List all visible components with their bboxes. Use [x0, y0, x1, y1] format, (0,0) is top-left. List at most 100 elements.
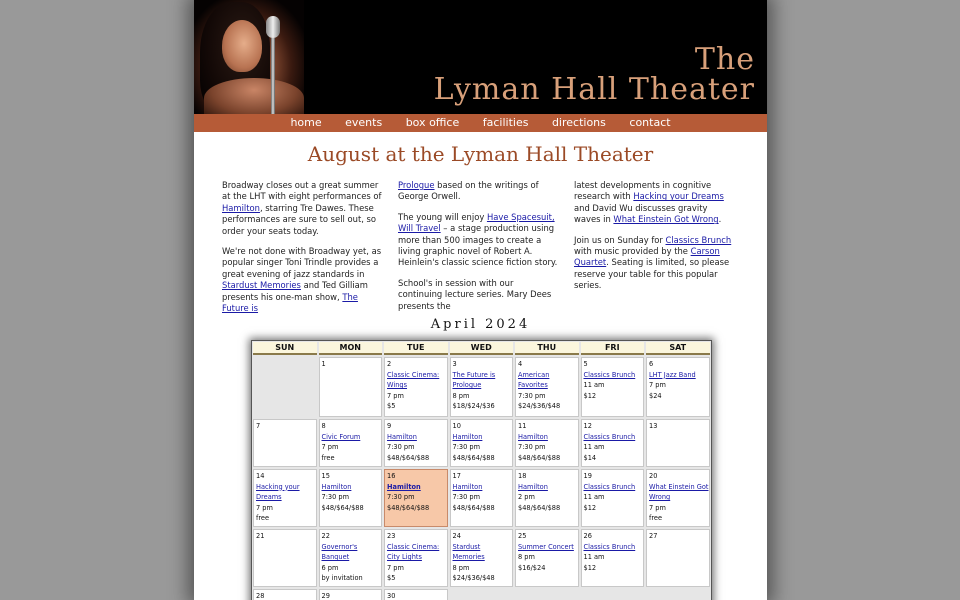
nav-directions[interactable]: directions	[552, 116, 606, 129]
day-number: 17	[452, 472, 461, 480]
day-number: 28	[256, 592, 265, 600]
event-link[interactable]: Carson Quartet	[574, 246, 720, 267]
event-link[interactable]: Stardust Memories	[222, 280, 301, 290]
event-link[interactable]: Hacking your Dreams	[633, 191, 724, 201]
calendar-event-link[interactable]: Hamilton	[518, 432, 578, 443]
calendar-day-cell: 10 Hamilton 7:30 pm $48/$64/$88	[449, 419, 513, 467]
event-link[interactable]: Classics Brunch	[666, 235, 732, 245]
main-nav: home events box office facilities direct…	[194, 114, 767, 132]
calendar-day-cell: 11 Hamilton 7:30 pm $48/$64/$88	[515, 419, 579, 467]
calendar-event-link[interactable]: Hamilton	[387, 432, 447, 443]
event-link[interactable]: Have Spacesuit, Will Travel	[398, 212, 555, 233]
event-link[interactable]: What Einstein Got Wrong	[613, 214, 718, 224]
event-time: 7 pm	[387, 563, 404, 572]
day-number: 1	[321, 360, 326, 368]
day-number: 22	[321, 532, 330, 540]
nav-contact[interactable]: contact	[629, 116, 670, 129]
day-number: 11	[518, 422, 527, 430]
day-number: 21	[256, 532, 265, 540]
calendar-day-cell: 15 Hamilton 7:30 pm $48/$64/$88	[318, 469, 382, 527]
calendar-day-cell: 28Children's	[253, 589, 317, 600]
day-number: 4	[518, 360, 523, 368]
calendar-event-link[interactable]: Classics Brunch	[584, 542, 644, 553]
calendar-event-link[interactable]: Classics Brunch	[584, 432, 644, 443]
event-time: 7 pm	[649, 381, 666, 389]
intro-paragraph: Join us on Sunday for Classics Brunch wi…	[574, 234, 732, 291]
calendar-event-link[interactable]: Stardust Memories	[453, 542, 513, 563]
calendar-event-link[interactable]: Classic Cinema: City Lights	[387, 542, 447, 563]
calendar-event-link[interactable]: Hamilton	[518, 482, 578, 493]
calendar-week-row: 7 8 Civic Forum 7 pm free 9 Hamilton 7:30 pm $48…	[252, 418, 711, 468]
day-number: 14	[256, 472, 265, 480]
weekday-header: SUN	[253, 342, 317, 355]
calendar-event-link[interactable]: LHT Jazz Band	[649, 370, 709, 381]
event-price: free	[649, 514, 663, 522]
calendar-event-link[interactable]: Hamilton	[453, 432, 513, 443]
event-time: 7:30 pm	[452, 493, 481, 501]
calendar-week-row: 21 22 Governor's Banquet 6 pm by invitation 2…	[252, 528, 711, 588]
event-price: $12	[583, 391, 597, 400]
day-number: 30	[387, 592, 396, 600]
nav-home[interactable]: home	[290, 116, 321, 129]
calendar-event-link[interactable]: Hamilton	[387, 482, 447, 493]
calendar-header-row: SUN MON TUE WED THU FRI SAT	[252, 341, 711, 356]
event-price: $12	[583, 503, 597, 512]
calendar-event-link[interactable]: Hacking your Dreams	[256, 482, 316, 503]
microphone-icon	[266, 16, 280, 38]
event-time: 7:30 pm	[518, 443, 546, 451]
nav-events[interactable]: events	[345, 116, 382, 129]
event-time: 7:30 pm	[387, 443, 415, 451]
event-time: 7:30 pm	[518, 391, 546, 400]
event-link[interactable]: Hamilton	[222, 203, 260, 213]
day-number: 27	[649, 532, 658, 540]
event-price: $48/$64/$88	[518, 503, 561, 512]
calendar-event-link[interactable]: The Future is Prologue	[453, 370, 513, 391]
weekday-header: MON	[318, 342, 382, 355]
event-link[interactable]: The Future is	[222, 292, 358, 313]
calendar-event-link[interactable]: Summer Concert	[518, 542, 578, 553]
calendar-day-cell: 27	[646, 529, 710, 587]
calendar-body: 1 2 Classic Cinema: Wings 7 pm $5 3 The Future…	[252, 356, 711, 600]
event-price: $5	[387, 574, 396, 582]
calendar-event-link[interactable]: Hamilton	[322, 482, 382, 493]
day-number: 25	[518, 532, 527, 540]
day-number: 10	[452, 422, 461, 430]
day-number: 18	[518, 472, 527, 480]
event-time: 8 pm	[452, 391, 470, 400]
day-number: 2	[387, 360, 392, 368]
calendar-event-link[interactable]: Hamilton	[453, 482, 513, 493]
weekday-header: WED	[449, 342, 513, 355]
calendar-day-cell: 2 Classic Cinema: Wings 7 pm $5	[384, 357, 448, 417]
nav-facilities[interactable]: facilities	[483, 116, 529, 129]
calendar-day-cell: 26 Classics Brunch 11 am $12	[580, 529, 644, 587]
calendar-event-link[interactable]: What Einstein Got Wrong	[649, 482, 709, 503]
event-link[interactable]: Prologue	[398, 180, 435, 190]
calendar-event-link[interactable]: Classics Brunch	[584, 370, 644, 381]
event-price: free	[321, 453, 335, 462]
day-number: 12	[583, 422, 592, 430]
calendar-day-cell: 22 Governor's Banquet 6 pm by invitation	[318, 529, 382, 587]
calendar-event-link[interactable]: Governor's Banquet	[322, 542, 382, 563]
event-price: $14	[583, 453, 597, 462]
day-number: 7	[256, 422, 261, 430]
weekday-header: FRI	[580, 342, 644, 355]
intro-column-1: Broadway closes out a great summer at th…	[222, 180, 382, 323]
calendar-event-link[interactable]: American Favorites	[518, 370, 578, 391]
day-number: 9	[387, 422, 392, 430]
event-price: $48/$64/$88	[452, 453, 495, 462]
calendar-day-cell	[449, 589, 513, 600]
event-price: $12	[583, 563, 597, 572]
calendar-event-link[interactable]: Civic Forum	[322, 432, 382, 443]
intro-column-2: Prologue based on the writings of George…	[398, 180, 558, 321]
day-number: 26	[583, 532, 592, 540]
calendar-event-link[interactable]: Classics Brunch	[584, 482, 644, 493]
event-time: 11 am	[583, 493, 605, 501]
event-time: 8 pm	[518, 553, 535, 561]
calendar-day-cell: 23 Classic Cinema: City Lights 7 pm $5	[384, 529, 448, 587]
calendar-day-cell: 9 Hamilton 7:30 pm $48/$64/$88	[384, 419, 448, 467]
event-price: $48/$64/$88	[387, 453, 430, 462]
event-price: $48/$64/$88	[387, 503, 430, 512]
event-price: $18/$24/$36	[452, 402, 495, 410]
nav-box-office[interactable]: box office	[406, 116, 460, 129]
calendar-event-link[interactable]: Classic Cinema: Wings	[387, 370, 447, 391]
